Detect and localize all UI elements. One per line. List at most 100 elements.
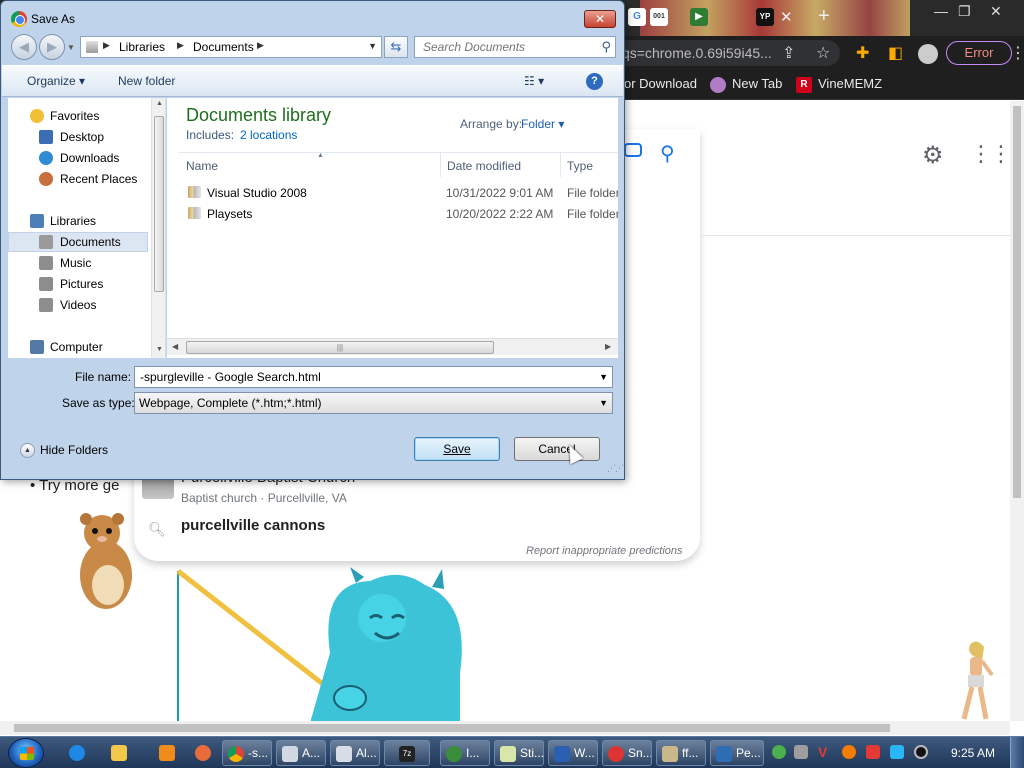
column-divider[interactable]	[440, 153, 441, 177]
nav-libraries[interactable]: Libraries	[8, 211, 148, 231]
taskbar-media[interactable]	[150, 740, 184, 766]
taskbar-explorer[interactable]	[102, 740, 136, 766]
file-list-hscrollbar[interactable]: ◀ ||| ▶	[167, 338, 618, 355]
scroll-up-icon[interactable]: ▲	[156, 100, 163, 107]
gear-icon[interactable]: ⚙	[922, 141, 944, 170]
nav-favorites[interactable]: Favorites	[8, 106, 148, 126]
bookmark-star-icon[interactable]: ☆	[816, 43, 830, 63]
taskbar-task-7zip[interactable]: 7z	[384, 740, 430, 766]
nav-downloads[interactable]: Downloads	[8, 148, 148, 168]
bookmark-download[interactable]: or Download	[624, 76, 697, 91]
nav-pictures[interactable]: Pictures	[8, 274, 148, 294]
menu-kebab-icon[interactable]: ⋮	[1010, 43, 1024, 63]
page-horizontal-scrollbar[interactable]	[0, 721, 1010, 735]
hide-folders-toggle[interactable]: ▲ Hide Folders	[20, 443, 108, 459]
column-divider[interactable]	[560, 153, 561, 177]
display-icon[interactable]	[890, 745, 904, 759]
cancel-button[interactable]: Cancel	[514, 437, 600, 461]
file-row[interactable]: Playsets 10/20/2022 2:22 AM File folder	[179, 204, 618, 224]
taskbar-paint[interactable]	[186, 740, 220, 766]
page-vertical-scrollbar[interactable]	[1010, 101, 1024, 721]
taskbar-task-ff[interactable]: ff...	[656, 740, 706, 766]
search-input[interactable]	[415, 37, 595, 57]
scrollbar-thumb[interactable]	[14, 724, 890, 732]
error-chip[interactable]: Error	[946, 41, 1012, 65]
antivirus-v-icon[interactable]: V	[818, 745, 832, 759]
taskbar-task-i[interactable]: I...	[440, 740, 490, 766]
taskbar-clock[interactable]: 9:25 AM	[951, 746, 995, 760]
chevron-down-icon[interactable]: ▼	[599, 372, 608, 382]
breadcrumb-arrow-icon[interactable]: ▶	[257, 40, 264, 51]
yp-tab-icon[interactable]: YP	[756, 8, 774, 26]
save-button[interactable]: Save	[414, 437, 500, 461]
file-name-input[interactable]	[135, 367, 593, 387]
breadcrumb-arrow-icon[interactable]: ▶	[177, 40, 184, 51]
breadcrumb-libraries[interactable]: Libraries	[119, 40, 165, 54]
restore-icon[interactable]: ❐	[958, 3, 971, 20]
recent-locations-icon[interactable]: ▼	[67, 43, 75, 52]
taskbar-task-pe[interactable]: Pe...	[710, 740, 764, 766]
report-predictions-link[interactable]: Report inappropriate predictions	[526, 545, 683, 557]
new-folder-button[interactable]: New folder	[118, 74, 175, 88]
column-date-modified[interactable]: Date modified	[447, 159, 521, 173]
column-type[interactable]: Type	[567, 159, 593, 173]
forward-button[interactable]: ▶	[39, 34, 65, 60]
file-name-combobox[interactable]: ▼	[134, 366, 613, 388]
search-tray-icon[interactable]	[842, 745, 856, 759]
scrollbar-thumb[interactable]: |||	[186, 341, 494, 354]
show-desktop-button[interactable]	[1010, 737, 1024, 768]
omnibox[interactable]: qs=chrome.0.69i59i45...	[600, 40, 840, 66]
scrollbar-thumb[interactable]	[154, 116, 164, 292]
bookmark-new-tab[interactable]: New Tab	[710, 76, 782, 93]
nav-music[interactable]: Music	[8, 253, 148, 273]
taskbar-task-w[interactable]: W...	[548, 740, 598, 766]
suggestion-query[interactable]: purcellville cannons	[181, 517, 325, 534]
change-view-button[interactable]: ☷ ▾	[524, 74, 544, 88]
column-name[interactable]: Name	[186, 159, 218, 173]
flag-tab-icon[interactable]: ▶	[690, 8, 708, 26]
organize-button[interactable]: Organize ▾	[27, 74, 85, 88]
back-button[interactable]: ◀	[11, 34, 37, 60]
start-button[interactable]	[8, 738, 44, 768]
taskbar-ie[interactable]	[60, 740, 94, 766]
nav-documents[interactable]: Documents	[8, 232, 148, 252]
taskbar-task-a[interactable]: A...	[276, 740, 326, 766]
search-icon[interactable]: ⚲	[601, 39, 611, 55]
flag-icon[interactable]	[866, 745, 880, 759]
window-close-icon[interactable]: ✕	[990, 3, 1002, 20]
save-as-type-select[interactable]: Webpage, Complete (*.htm;*.html) ▼	[134, 392, 613, 414]
new-tab-button[interactable]: +	[818, 5, 830, 28]
taskbar-task-sn[interactable]: Sn...	[602, 740, 652, 766]
address-breadcrumb-bar[interactable]: ▶ Libraries ▶ Documents ▶ ▼	[80, 36, 382, 58]
share-icon[interactable]: ⇪	[782, 43, 795, 63]
resize-grip-icon[interactable]: ⋰⋰	[607, 463, 624, 474]
nav-desktop[interactable]: Desktop	[8, 127, 148, 147]
arrange-by-dropdown[interactable]: Folder ▾	[521, 117, 564, 131]
camera-lens-icon[interactable]	[624, 143, 642, 157]
tray-app-icon[interactable]	[794, 745, 808, 759]
scroll-down-icon[interactable]: ▼	[156, 346, 163, 353]
nav-pane-scrollbar[interactable]: ▲ ▼	[151, 98, 165, 358]
help-icon[interactable]: ?	[586, 73, 603, 90]
file-row[interactable]: Visual Studio 2008 10/31/2022 9:01 AM Fi…	[179, 183, 618, 203]
taskbar-task-al[interactable]: Al...	[330, 740, 380, 766]
search-documents-box[interactable]: ⚲	[414, 36, 616, 58]
nav-recent-places[interactable]: Recent Places	[8, 169, 148, 189]
profile-avatar-icon[interactable]	[918, 44, 938, 64]
network-globe-icon[interactable]	[772, 745, 786, 759]
chevron-down-icon[interactable]: ▼	[599, 398, 608, 408]
library-locations-link[interactable]: 2 locations	[240, 128, 297, 142]
scroll-right-icon[interactable]: ▶	[605, 342, 611, 351]
minimize-icon[interactable]: —	[934, 3, 948, 19]
tab-close-icon[interactable]: ✕	[780, 8, 793, 26]
sidepanel-icon[interactable]: ◧	[888, 43, 903, 63]
breadcrumb-arrow-icon[interactable]: ▶	[103, 40, 110, 51]
scroll-left-icon[interactable]: ◀	[172, 342, 178, 351]
tab-icon-001[interactable]: 001	[650, 8, 668, 26]
nav-computer[interactable]: Computer	[8, 337, 148, 357]
refresh-button[interactable]: ⇆	[384, 36, 408, 58]
bookmark-vinememz[interactable]: R VineMEMZ	[796, 76, 882, 93]
breadcrumb-documents[interactable]: Documents	[193, 40, 254, 54]
volume-icon[interactable]	[914, 745, 928, 759]
taskbar-task-chrome[interactable]: -s...	[222, 740, 272, 766]
